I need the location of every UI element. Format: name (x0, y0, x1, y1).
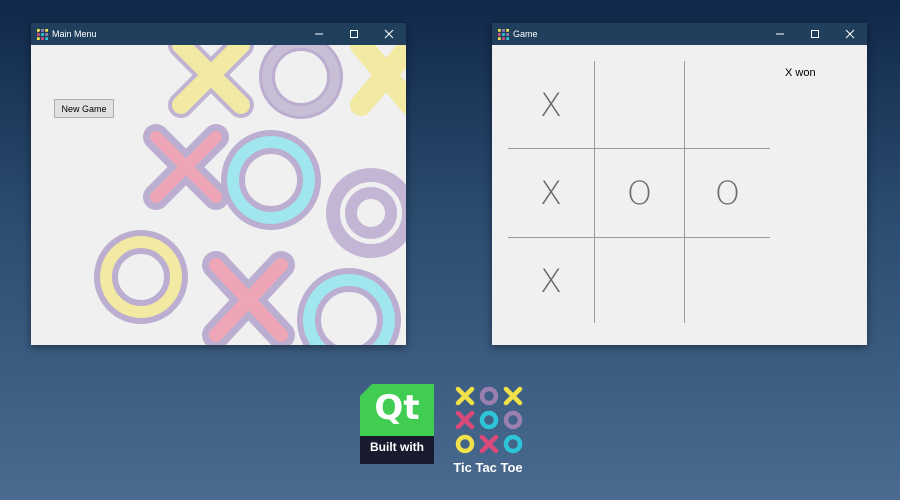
close-button[interactable] (832, 23, 867, 45)
maximize-button[interactable] (336, 23, 371, 45)
minimize-icon (314, 33, 323, 35)
window-title: Main Menu (52, 29, 97, 39)
main-menu-titlebar[interactable]: Main Menu (31, 23, 406, 45)
close-button[interactable] (371, 23, 406, 45)
app-name-label: Tic Tac Toe (453, 460, 523, 475)
qt-wordmark: Qt (374, 388, 420, 428)
minimize-button[interactable] (301, 23, 336, 45)
background-pattern-illustration (94, 45, 406, 345)
board-cell[interactable]: O (595, 149, 684, 237)
board-cell[interactable]: X (508, 149, 594, 237)
game-titlebar[interactable]: Game (492, 23, 867, 45)
maximize-icon (810, 30, 819, 38)
main-menu-client: New Game (31, 45, 406, 345)
board-cell[interactable] (595, 238, 684, 323)
board-cell[interactable] (595, 61, 684, 148)
app-icon (37, 28, 48, 40)
app-icon (498, 28, 509, 40)
main-menu-window: Main Menu New Game (31, 23, 406, 345)
board-cell[interactable] (685, 61, 770, 148)
board-cell[interactable]: X (508, 238, 594, 323)
board-cell[interactable]: X (508, 61, 594, 148)
close-icon (845, 29, 854, 39)
game-window: Game X X O O X X won (492, 23, 867, 345)
new-game-button[interactable]: New Game (54, 99, 114, 118)
board-cell[interactable] (685, 238, 770, 323)
tic-tac-toe-logo (455, 386, 523, 454)
board-cell[interactable]: O (685, 149, 770, 237)
maximize-button[interactable] (797, 23, 832, 45)
game-status-label: X won (785, 67, 816, 79)
window-title: Game (513, 29, 538, 39)
minimize-icon (775, 33, 784, 35)
game-client: X X O O X X won (492, 45, 867, 345)
minimize-button[interactable] (762, 23, 797, 45)
qt-caption: Built with (370, 440, 424, 454)
close-icon (384, 29, 393, 39)
maximize-icon (349, 30, 358, 38)
